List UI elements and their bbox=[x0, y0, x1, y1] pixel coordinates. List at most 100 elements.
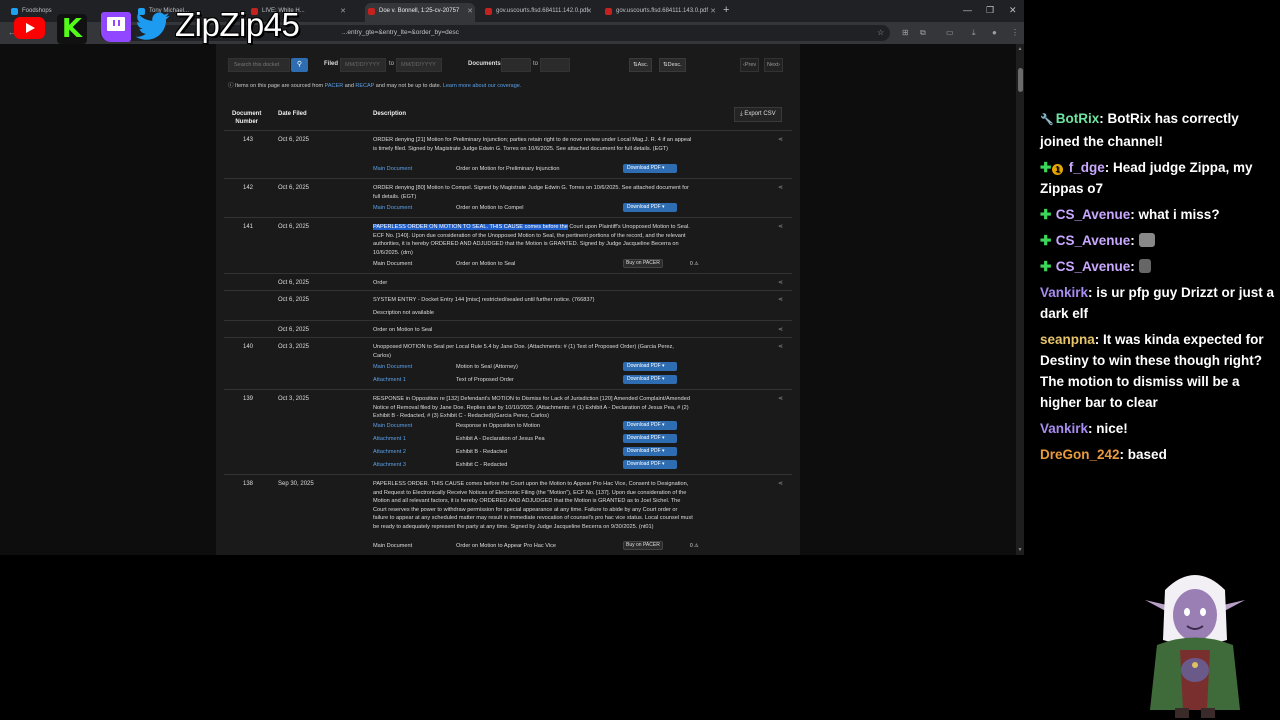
chat-username: DreGon_242 bbox=[1040, 447, 1120, 462]
sort-asc-button[interactable]: ⇅Asc. bbox=[629, 58, 653, 72]
page-scrollbar[interactable]: ▲ ▼ bbox=[1016, 44, 1024, 555]
docket-search-input[interactable]: Search this docket bbox=[228, 58, 290, 72]
main-document-link[interactable]: Main Document bbox=[373, 364, 412, 370]
sidebar-icon[interactable]: ▭ bbox=[946, 28, 954, 37]
attachment-link[interactable]: Attachment 1 bbox=[373, 377, 406, 383]
chat-username: CS_Avenue bbox=[1055, 233, 1131, 248]
favicon-icon bbox=[368, 8, 375, 15]
main-document-link[interactable]: Main Document bbox=[373, 205, 412, 211]
chat-message: ✚ CS_Avenue: bbox=[1040, 256, 1280, 277]
subscriber-badge-icon: ✚ bbox=[1040, 233, 1052, 248]
export-csv-button[interactable]: ⤓ Export CSV bbox=[734, 107, 782, 122]
table-row: 139 Oct 3, 2025 RESPONSE in Opposition r… bbox=[224, 389, 792, 474]
search-icon: ⚲ bbox=[296, 61, 303, 68]
tab-pdf-143[interactable]: gov.uscourts.flsd.684111.143.0.pdf ✕ bbox=[602, 3, 718, 22]
scroll-down-icon[interactable]: ▼ bbox=[1017, 547, 1023, 553]
maximize-icon[interactable]: ❐ bbox=[986, 5, 994, 16]
chat-username: CS_Avenue bbox=[1055, 207, 1131, 222]
share-icon[interactable]: ⋖ bbox=[778, 395, 783, 402]
download-pdf-button[interactable]: Download PDF ▾ bbox=[623, 375, 677, 384]
share-icon[interactable]: ⋖ bbox=[778, 326, 783, 333]
close-window-icon[interactable]: ✕ bbox=[1009, 5, 1017, 16]
share-icon[interactable]: ⋖ bbox=[778, 136, 783, 143]
share-icon[interactable]: ⋖ bbox=[778, 184, 783, 191]
prev-page-button[interactable]: ‹Prev bbox=[740, 58, 760, 72]
profile-icon[interactable]: ● bbox=[992, 28, 997, 37]
emote-icon bbox=[1138, 233, 1155, 247]
documents-to-input[interactable] bbox=[540, 58, 570, 72]
filed-from-input[interactable]: MM/DD/YYYY bbox=[340, 58, 386, 72]
share-icon[interactable]: ⋖ bbox=[778, 480, 783, 487]
table-row: 138 Sep 30, 2025 PAPERLESS ORDER. THIS C… bbox=[224, 474, 792, 555]
header-description: Description bbox=[373, 111, 407, 117]
download-pdf-button[interactable]: Download PDF ▾ bbox=[623, 460, 677, 469]
youtube-icon bbox=[14, 17, 45, 39]
table-row: 141 Oct 6, 2025 PAPERLESS ORDER ON MOTIO… bbox=[224, 217, 792, 273]
attachment-link[interactable]: Attachment 1 bbox=[373, 436, 406, 442]
document-line: Main Document Order on Motion to Seal Bu… bbox=[373, 259, 699, 268]
bookmark-star-icon[interactable]: ☆ bbox=[877, 28, 884, 37]
pacer-link[interactable]: PACER bbox=[325, 83, 344, 89]
download-icon[interactable]: ⤓ bbox=[972, 28, 976, 38]
to-label: to bbox=[533, 61, 539, 67]
pdf-favicon-icon bbox=[485, 8, 492, 15]
table-row: Oct 6, 2025 Order on Motion to Seal ⋖ bbox=[224, 320, 792, 337]
to-label: to bbox=[389, 61, 395, 67]
chat-message: seanpna: It was kinda expected for Desti… bbox=[1040, 332, 1264, 410]
pdf-favicon-icon bbox=[605, 8, 612, 15]
minimize-icon[interactable]: — bbox=[963, 5, 972, 15]
scroll-thumb[interactable] bbox=[1018, 68, 1023, 92]
documents-from-input[interactable] bbox=[501, 58, 531, 72]
chat-message: ✚ CS_Avenue: bbox=[1040, 230, 1280, 251]
close-tab-icon[interactable]: ✕ bbox=[710, 3, 716, 20]
sort-desc-button[interactable]: ⇅Desc. bbox=[659, 58, 686, 72]
close-tab-icon[interactable]: ✕ bbox=[586, 3, 592, 20]
main-document-link[interactable]: Main Document bbox=[373, 166, 412, 172]
twitter-bird-icon bbox=[135, 12, 170, 40]
emote-icon bbox=[1138, 259, 1151, 273]
share-icon[interactable]: ⋖ bbox=[778, 296, 783, 303]
share-icon[interactable]: ⋖ bbox=[778, 223, 783, 230]
learn-more-link[interactable]: Learn more about our coverage. bbox=[443, 83, 522, 89]
recap-link[interactable]: RECAP bbox=[355, 83, 374, 89]
new-tab-icon[interactable]: + bbox=[723, 4, 729, 16]
cart-icon: ⚠ bbox=[694, 261, 699, 267]
close-tab-icon[interactable]: ✕ bbox=[340, 3, 346, 20]
chat-username: Vankirk bbox=[1040, 285, 1089, 300]
download-pdf-button[interactable]: Download PDF ▾ bbox=[623, 421, 677, 430]
header-date-filed: Date Filed bbox=[278, 111, 307, 117]
selected-text: PAPERLESS ORDER ON MOTION TO SEAL. THIS … bbox=[373, 224, 568, 230]
download-pdf-button[interactable]: Download PDF ▾ bbox=[623, 447, 677, 456]
subscriber-badge-icon: ✚ bbox=[1040, 160, 1052, 175]
close-tab-icon[interactable]: ✕ bbox=[467, 3, 473, 20]
header-document-number: Document Number bbox=[232, 111, 262, 125]
share-icon[interactable]: ⋖ bbox=[778, 279, 783, 286]
stream-overlay: K ZipZip45 bbox=[0, 0, 340, 50]
download-pdf-button[interactable]: Download PDF ▾ bbox=[623, 164, 677, 173]
extension-icon[interactable]: ⊞ bbox=[902, 28, 909, 37]
subscriber-badge-icon: ✚ bbox=[1040, 259, 1052, 274]
scroll-up-icon[interactable]: ▲ bbox=[1017, 46, 1023, 52]
puzzle-icon[interactable]: ⧉ bbox=[920, 28, 926, 38]
chat-username: Vankirk bbox=[1040, 421, 1089, 436]
attachment-link[interactable]: Attachment 3 bbox=[373, 462, 406, 468]
buy-on-pacer-button[interactable]: Buy on PACER bbox=[623, 259, 663, 268]
download-pdf-button[interactable]: Download PDF ▾ bbox=[623, 203, 677, 212]
search-button[interactable]: ⚲ bbox=[291, 58, 308, 72]
share-icon[interactable]: ⋖ bbox=[778, 343, 783, 350]
attachment-link[interactable]: Attachment 2 bbox=[373, 449, 406, 455]
table-row: Oct 6, 2025 Order ⋖ bbox=[224, 273, 792, 290]
tab-doe-v-bonnell[interactable]: Doe v. Bonnell, 1:25-cv-20757 ✕ bbox=[365, 3, 475, 22]
filed-to-input[interactable]: MM/DD/YYYY bbox=[396, 58, 442, 72]
menu-dots-icon[interactable]: ⋮ bbox=[1011, 28, 1019, 37]
next-page-button[interactable]: Next› bbox=[764, 58, 784, 72]
tab-pdf-142[interactable]: gov.uscourts.flsd.684111.142.0.pdf ✕ bbox=[482, 3, 594, 22]
chat-username: seanpna bbox=[1040, 332, 1095, 347]
main-document-link[interactable]: Main Document bbox=[373, 423, 412, 429]
download-pdf-button[interactable]: Download PDF ▾ bbox=[623, 362, 677, 371]
document-line: Attachment 2 Exhibit B - Redacted Downlo… bbox=[373, 447, 773, 459]
download-pdf-button[interactable]: Download PDF ▾ bbox=[623, 434, 677, 443]
cart-count: 0 ⚠ bbox=[690, 261, 699, 267]
buy-on-pacer-button[interactable]: Buy on PACER bbox=[623, 541, 663, 550]
table-row: 143 Oct 6, 2025 ORDER denying [21] Motio… bbox=[224, 130, 792, 178]
